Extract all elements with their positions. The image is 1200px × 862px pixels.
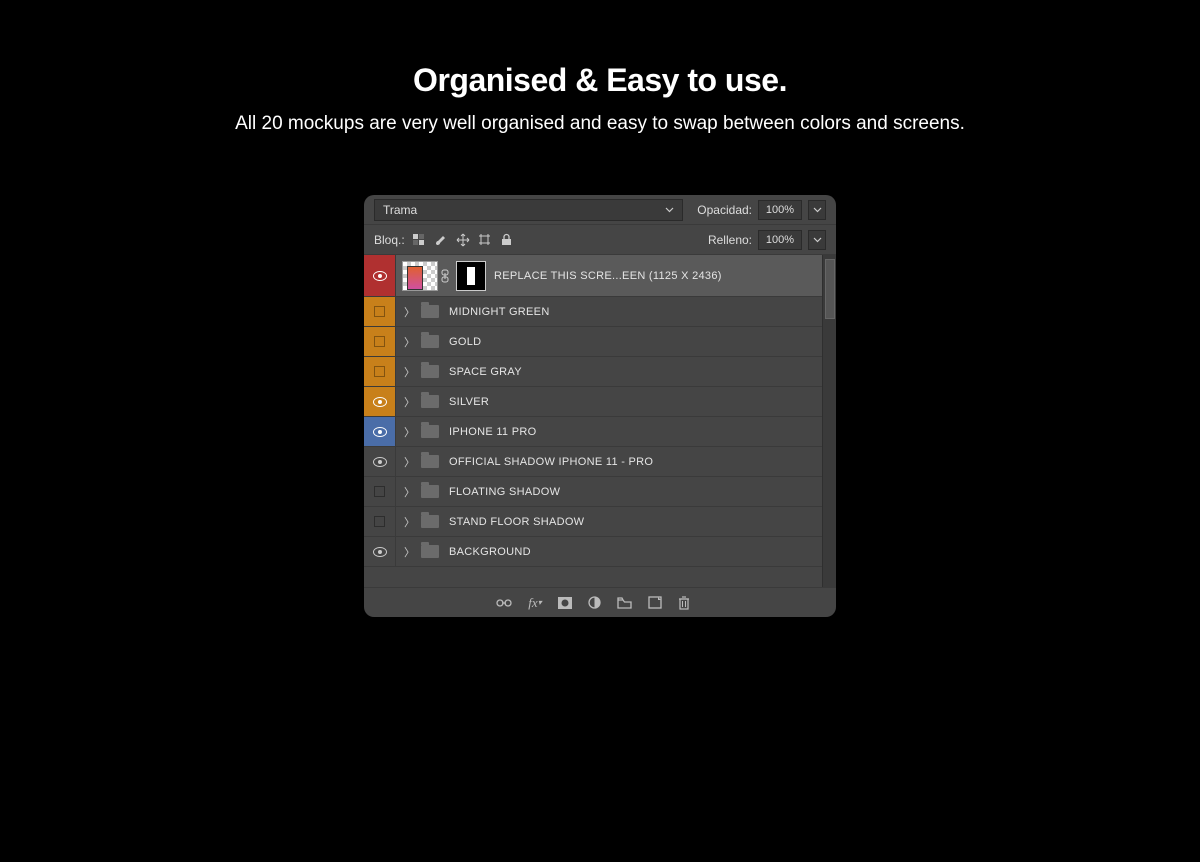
layers-list: REPLACE THIS SCRE...EEN (1125 X 2436) 〉 M… [364, 255, 822, 587]
brush-icon[interactable] [433, 232, 449, 248]
move-icon[interactable] [455, 232, 471, 248]
fill-dropdown[interactable] [808, 230, 826, 250]
eye-icon [373, 427, 387, 437]
folder-icon [421, 485, 439, 498]
visibility-toggle[interactable] [364, 537, 396, 566]
visibility-toggle[interactable] [364, 507, 396, 536]
opacity-dropdown[interactable] [808, 200, 826, 220]
fx-icon[interactable]: fx▾ [528, 595, 541, 611]
hero-subtitle: All 20 mockups are very well organised a… [0, 113, 1200, 135]
visibility-off-icon [374, 516, 385, 527]
expand-arrow-icon[interactable]: 〉 [404, 334, 415, 350]
eye-icon [373, 457, 387, 467]
layers-panel: Trama Opacidad: 100% Bloq.: Relleno: 100 [364, 195, 836, 617]
layer-row[interactable]: 〉 SPACE GRAY [364, 357, 822, 387]
visibility-toggle[interactable] [364, 297, 396, 326]
visibility-toggle[interactable] [364, 255, 396, 296]
hero-title: Organised & Easy to use. [0, 62, 1200, 99]
layer-name: SPACE GRAY [449, 366, 522, 378]
blend-mode-select[interactable]: Trama [374, 199, 683, 221]
visibility-toggle[interactable] [364, 327, 396, 356]
scrollbar[interactable] [822, 255, 836, 587]
opacity-field[interactable]: 100% [758, 200, 802, 220]
layer-row[interactable]: 〉 IPHONE 11 PRO [364, 417, 822, 447]
layer-row[interactable]: 〉 SILVER [364, 387, 822, 417]
folder-icon [421, 395, 439, 408]
visibility-toggle[interactable] [364, 447, 396, 476]
eye-icon [373, 397, 387, 407]
visibility-off-icon [374, 366, 385, 377]
layer-thumbnail[interactable] [402, 261, 438, 291]
layer-name: GOLD [449, 336, 481, 348]
panel-top-row: Trama Opacidad: 100% [364, 195, 836, 225]
lock-transparency-icon[interactable] [411, 232, 427, 248]
lock-label: Bloq.: [374, 233, 405, 247]
new-layer-icon[interactable] [648, 596, 662, 609]
layer-row[interactable]: 〉 STAND FLOOR SHADOW [364, 507, 822, 537]
add-mask-icon[interactable] [558, 597, 572, 609]
panel-footer: fx▾ [364, 587, 836, 617]
layer-row[interactable]: 〉 OFFICIAL SHADOW IPHONE 11 - PRO [364, 447, 822, 477]
mask-thumbnail[interactable] [456, 261, 486, 291]
link-layers-icon[interactable] [496, 598, 512, 608]
fill-label: Relleno: [708, 233, 752, 247]
folder-icon [421, 365, 439, 378]
scrollbar-thumb[interactable] [825, 259, 835, 319]
folder-icon [421, 425, 439, 438]
trash-icon[interactable] [678, 596, 690, 610]
adjustment-layer-icon[interactable] [588, 596, 601, 609]
folder-icon [421, 515, 439, 528]
layer-name: OFFICIAL SHADOW IPHONE 11 - PRO [449, 456, 653, 468]
layer-name: SILVER [449, 396, 489, 408]
layers-viewport: REPLACE THIS SCRE...EEN (1125 X 2436) 〉 M… [364, 255, 836, 587]
blend-mode-value: Trama [383, 203, 417, 217]
expand-arrow-icon[interactable]: 〉 [404, 394, 415, 410]
expand-arrow-icon[interactable]: 〉 [404, 544, 415, 560]
layer-name: FLOATING SHADOW [449, 486, 560, 498]
visibility-off-icon [374, 486, 385, 497]
folder-icon [421, 305, 439, 318]
visibility-toggle[interactable] [364, 387, 396, 416]
lock-icon[interactable] [499, 232, 515, 248]
chevron-down-icon [665, 207, 674, 213]
visibility-off-icon [374, 306, 385, 317]
expand-arrow-icon[interactable]: 〉 [404, 424, 415, 440]
folder-icon [421, 335, 439, 348]
fill-field[interactable]: 100% [758, 230, 802, 250]
layer-name: REPLACE THIS SCRE...EEN (1125 X 2436) [494, 270, 722, 282]
panel-tools-row: Bloq.: Relleno: 100% [364, 225, 836, 255]
layer-name: STAND FLOOR SHADOW [449, 516, 584, 528]
layer-name: MIDNIGHT GREEN [449, 306, 550, 318]
layer-row[interactable]: 〉 MIDNIGHT GREEN [364, 297, 822, 327]
layer-row[interactable]: 〉 BACKGROUND [364, 537, 822, 567]
folder-icon [421, 545, 439, 558]
layer-row[interactable]: 〉 GOLD [364, 327, 822, 357]
new-group-icon[interactable] [617, 597, 632, 609]
folder-icon [421, 455, 439, 468]
eye-icon [373, 271, 387, 281]
visibility-off-icon [374, 336, 385, 347]
layer-row-selected[interactable]: REPLACE THIS SCRE...EEN (1125 X 2436) [364, 255, 822, 297]
link-icon[interactable] [440, 269, 454, 283]
expand-arrow-icon[interactable]: 〉 [404, 454, 415, 470]
artboard-icon[interactable] [477, 232, 493, 248]
layer-row[interactable]: 〉 FLOATING SHADOW [364, 477, 822, 507]
expand-arrow-icon[interactable]: 〉 [404, 364, 415, 380]
opacity-label: Opacidad: [697, 203, 752, 217]
expand-arrow-icon[interactable]: 〉 [404, 304, 415, 320]
expand-arrow-icon[interactable]: 〉 [404, 514, 415, 530]
eye-icon [373, 547, 387, 557]
layer-name: BACKGROUND [449, 546, 531, 558]
expand-arrow-icon[interactable]: 〉 [404, 484, 415, 500]
visibility-toggle[interactable] [364, 477, 396, 506]
visibility-toggle[interactable] [364, 417, 396, 446]
layer-name: IPHONE 11 PRO [449, 426, 536, 438]
visibility-toggle[interactable] [364, 357, 396, 386]
